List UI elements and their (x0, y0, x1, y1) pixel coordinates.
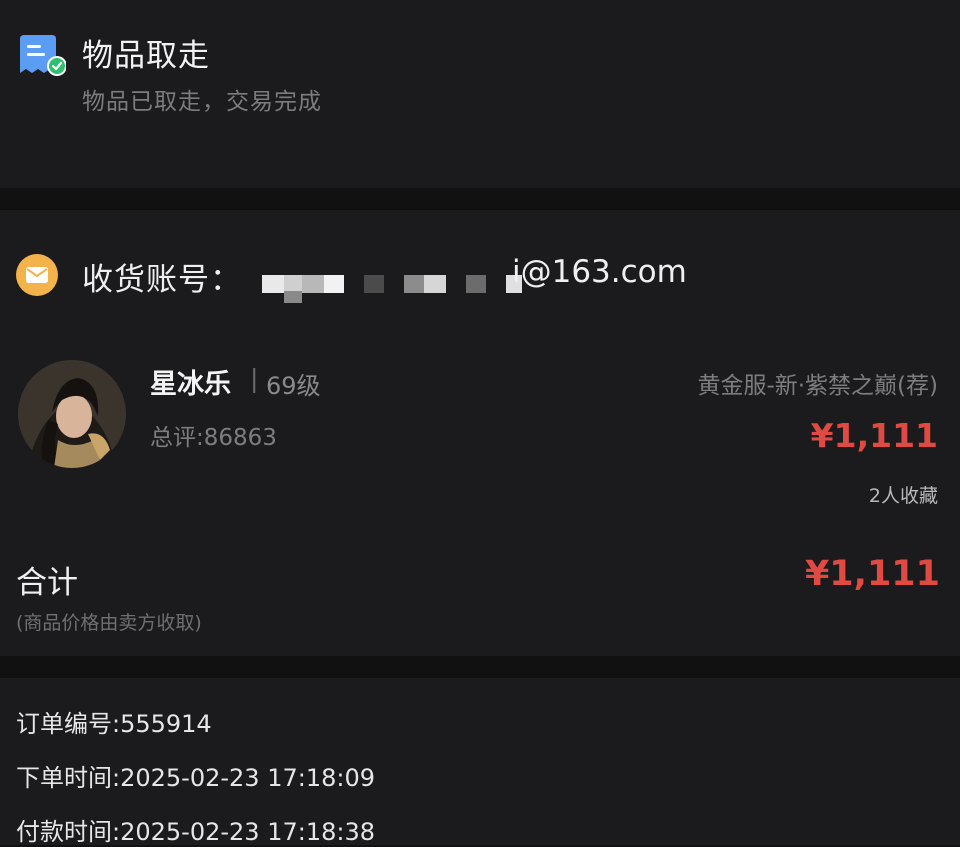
pay-time: 付款时间:2025-02-23 17:18:38 (16, 818, 375, 846)
status-subtitle: 物品已取走，交易完成 (82, 89, 322, 115)
favorites-count: 2人收藏 (868, 485, 938, 507)
account-masked-pixels (262, 267, 524, 303)
total-label: 合计 (16, 565, 78, 601)
mail-icon (16, 254, 58, 296)
item-price: ¥1,111 (810, 416, 938, 455)
seller-name: 星冰乐 (150, 369, 231, 400)
status-title: 物品取走 (82, 38, 210, 74)
total-note: (商品价格由卖方收取) (16, 612, 202, 634)
order-info-card: 订单编号:555914 下单时间:2025-02-23 17:18:09 付款时… (0, 678, 960, 846)
order-card: 收货账号： i@163.com 星冰乐 | 69级 总评:86863 黄金服-新… (0, 210, 960, 656)
seller-separator: | (250, 364, 259, 393)
total-price: ¥1,111 (804, 554, 940, 594)
seller-score: 总评:86863 (150, 425, 277, 451)
server-name: 黄金服-新·紫禁之巅(荐) (697, 373, 938, 399)
order-number[interactable]: 订单编号:555914 (16, 704, 212, 739)
account-email: i@163.com (512, 254, 687, 290)
account-label: 收货账号： (82, 262, 242, 298)
seller-avatar (18, 360, 126, 468)
status-card: 物品取走 物品已取走，交易完成 (0, 0, 960, 188)
receipt-check-icon (16, 33, 67, 83)
seller-level: 69级 (266, 372, 321, 400)
order-time: 下单时间:2025-02-23 17:18:09 (16, 764, 375, 792)
